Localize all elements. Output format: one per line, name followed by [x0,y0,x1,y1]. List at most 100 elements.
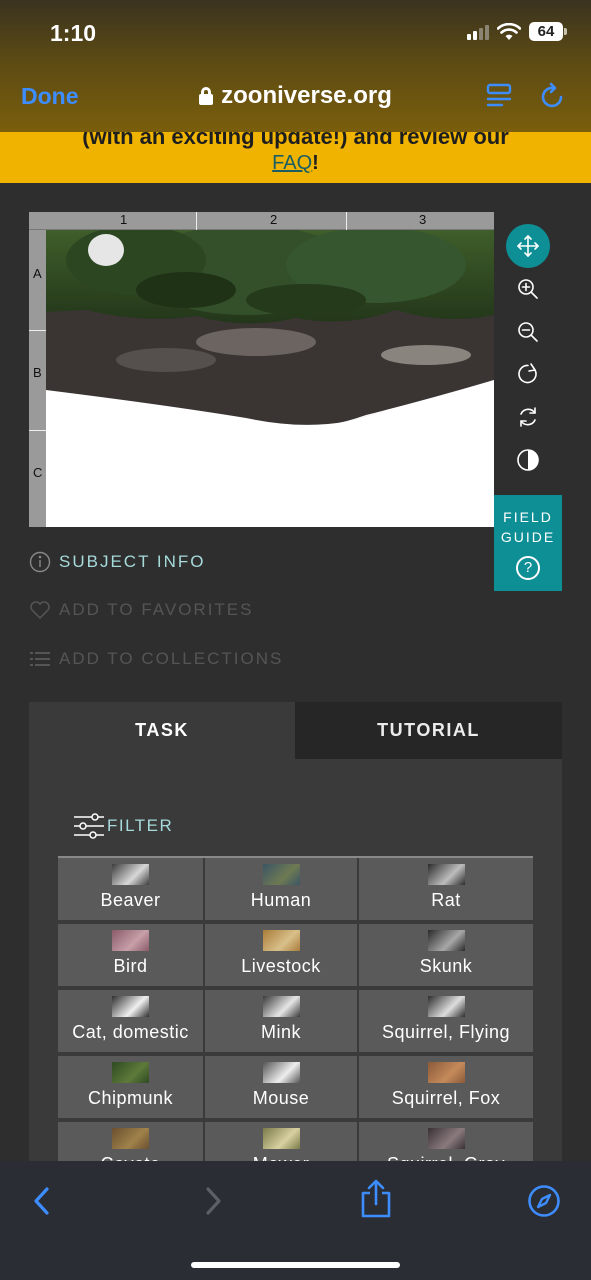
heart-icon [30,601,50,620]
filter-button[interactable]: FILTER [73,812,173,840]
tab-task[interactable]: TASK [29,702,295,759]
reset-view-button[interactable] [506,395,550,439]
reload-icon[interactable] [540,82,566,110]
species-thumbnail [263,930,300,951]
species-thumbnail [428,1062,465,1083]
species-label: Bird [113,956,148,976]
viewer-toolbar [494,212,562,495]
species-label: Chipmunk [87,1088,174,1108]
species-thumbnail [263,996,300,1017]
move-icon [517,235,539,257]
forward-icon[interactable] [194,1183,228,1219]
column-label: 1 [120,212,128,227]
subject-info-label: SUBJECT INFO [59,552,206,571]
battery-level: 64 [529,22,563,41]
species-thumbnail [428,930,465,951]
subject-viewer[interactable]: 1 2 3 A B C [29,212,494,527]
row-label: A [33,266,42,281]
add-favorites-label: ADD TO FAVORITES [59,600,254,619]
status-icons: 64 [467,22,567,41]
compass-icon[interactable] [526,1183,562,1219]
field-guide-label-2: GUIDE [500,529,556,545]
zoom-in-button[interactable] [506,267,550,311]
species-thumbnail [428,1128,465,1149]
add-to-favorites-button[interactable]: ADD TO FAVORITES [29,600,253,620]
species-label: Squirrel, Fox [391,1088,501,1108]
filter-label: FILTER [107,816,174,835]
species-label: Squirrel, Flying [381,1022,511,1042]
home-indicator [191,1262,400,1268]
species-option[interactable]: Mink [205,990,357,1052]
species-thumbnail [112,864,149,885]
species-label: Mink [260,1022,301,1042]
species-option[interactable]: Squirrel, Flying [359,990,533,1052]
field-guide-label-1: FIELD [503,509,553,525]
zoom-out-button[interactable] [506,310,550,354]
column-ruler: 1 2 3 [29,212,494,230]
url-text: zooniverse.org [221,82,392,109]
field-guide-button[interactable]: FIELD GUIDE ? [494,495,562,591]
list-icon [30,652,50,666]
announcement-banner: (with an exciting update!) and review ou… [0,132,591,183]
species-option[interactable]: Livestock [205,924,357,986]
tab-tutorial[interactable]: TUTORIAL [295,702,562,759]
share-icon[interactable] [359,1179,393,1219]
signal-icon [467,24,489,40]
species-thumbnail [112,930,149,951]
species-thumbnail [263,1062,300,1083]
row-label: C [33,465,43,480]
species-option[interactable]: Human [205,858,357,920]
species-thumbnail [112,996,149,1017]
zoom-in-icon [518,279,538,299]
zoom-out-icon [518,322,538,342]
task-panel: TASK TUTORIAL FILTER Beaver Human Rat Bird L… [29,702,562,1184]
subject-info-button[interactable]: SUBJECT INFO [29,551,205,573]
species-grid: Beaver Human Rat Bird Livestock Skunk Cat, dom… [58,856,533,1184]
reader-mode-icon[interactable] [486,82,512,108]
species-option[interactable]: Cat, domestic [58,990,203,1052]
subject-photo[interactable] [46,230,494,527]
browser-header: 1:10 64 Done zooniverse.org [0,0,591,132]
species-label: Rat [431,890,461,910]
reset-icon [520,407,536,427]
species-label: Cat, domestic [72,1022,189,1042]
faq-link[interactable]: FAQ [272,152,312,174]
species-option[interactable]: Rat [359,858,533,920]
back-icon[interactable] [27,1183,61,1219]
status-time: 1:10 [50,20,97,46]
row-label: B [33,365,42,380]
species-label: Livestock [241,956,321,976]
species-option[interactable]: Chipmunk [58,1056,203,1118]
species-label: Mouse [252,1088,310,1108]
species-option[interactable]: Bird [58,924,203,986]
species-thumbnail [428,996,465,1017]
add-to-collections-button[interactable]: ADD TO COLLECTIONS [29,649,283,669]
banner-line-2: FAQ! [0,152,591,175]
species-option[interactable]: Beaver [58,858,203,920]
invert-icon [517,449,539,471]
info-icon [29,551,51,573]
wifi-icon [497,22,521,40]
species-thumbnail [263,864,300,885]
rotate-icon [518,363,537,384]
species-thumbnail [112,1062,149,1083]
banner-suffix: ! [312,152,319,174]
species-thumbnail [263,1128,300,1149]
battery-icon: 64 [529,22,567,41]
help-icon: ? [516,556,540,580]
invert-colors-button[interactable] [506,438,550,482]
species-option[interactable]: Squirrel, Fox [359,1056,533,1118]
column-label: 3 [419,212,427,227]
add-collections-label: ADD TO COLLECTIONS [59,649,284,668]
species-thumbnail [428,864,465,885]
column-label: 2 [270,212,278,227]
lock-icon [199,87,214,105]
row-ruler: A B C [29,230,46,527]
rotate-button[interactable] [506,352,550,396]
move-tool-button[interactable] [506,224,550,268]
species-option[interactable]: Skunk [359,924,533,986]
species-thumbnail [112,1128,149,1149]
banner-text: (with an exciting update!) and review ou… [82,132,509,149]
species-label: Skunk [419,956,473,976]
species-option[interactable]: Mouse [205,1056,357,1118]
